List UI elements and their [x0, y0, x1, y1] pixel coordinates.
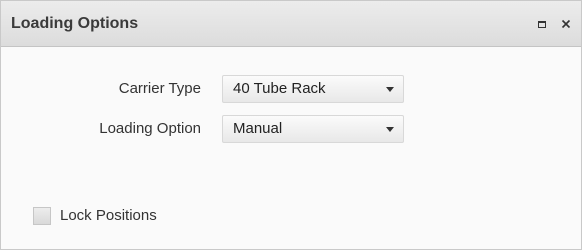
panel-title: Loading Options: [11, 15, 139, 32]
loading-option-label: Loading Option: [99, 120, 201, 137]
panel-titlebar: Loading Options: [1, 1, 581, 47]
close-button[interactable]: [558, 16, 574, 32]
maximize-icon: [538, 20, 546, 28]
lock-positions-checkbox[interactable]: [33, 207, 51, 225]
lock-positions-row[interactable]: Lock Positions: [33, 206, 157, 226]
loading-options-panel: Loading Options Carrier Type 40 Tube Rac…: [0, 0, 582, 250]
chevron-down-icon: [386, 87, 394, 92]
carrier-type-dropdown[interactable]: 40 Tube Rack: [222, 75, 404, 103]
carrier-type-value: 40 Tube Rack: [233, 80, 326, 97]
close-icon: [561, 19, 571, 29]
loading-option-dropdown[interactable]: Manual: [222, 115, 404, 143]
carrier-type-label: Carrier Type: [118, 80, 201, 97]
maximize-button[interactable]: [534, 16, 550, 32]
loading-option-value: Manual: [233, 120, 283, 137]
chevron-down-icon: [386, 127, 394, 132]
lock-positions-label: Lock Positions: [60, 207, 157, 224]
